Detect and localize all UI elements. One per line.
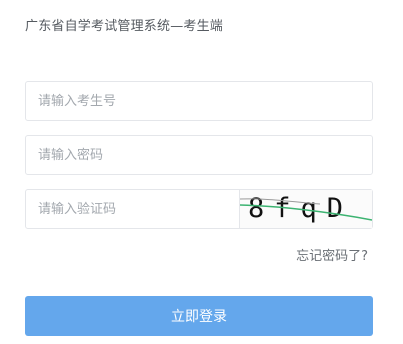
password-field-container <box>25 135 373 175</box>
login-page: 广东省自学考试管理系统—考生端 8fqD 忘记密码了? 立即登录 <box>0 0 403 344</box>
username-field-container <box>25 81 373 121</box>
captcha-noise <box>240 198 372 221</box>
page-title: 广东省自学考试管理系统—考生端 <box>25 19 224 34</box>
username-input[interactable] <box>26 82 372 120</box>
login-button[interactable]: 立即登录 <box>25 296 373 336</box>
password-input[interactable] <box>26 136 372 174</box>
captcha-input[interactable] <box>26 190 242 228</box>
captcha-field-container: 8fqD <box>25 189 373 229</box>
captcha-image[interactable]: 8fqD <box>239 190 372 228</box>
forgot-password-link[interactable]: 忘记密码了? <box>296 245 368 264</box>
